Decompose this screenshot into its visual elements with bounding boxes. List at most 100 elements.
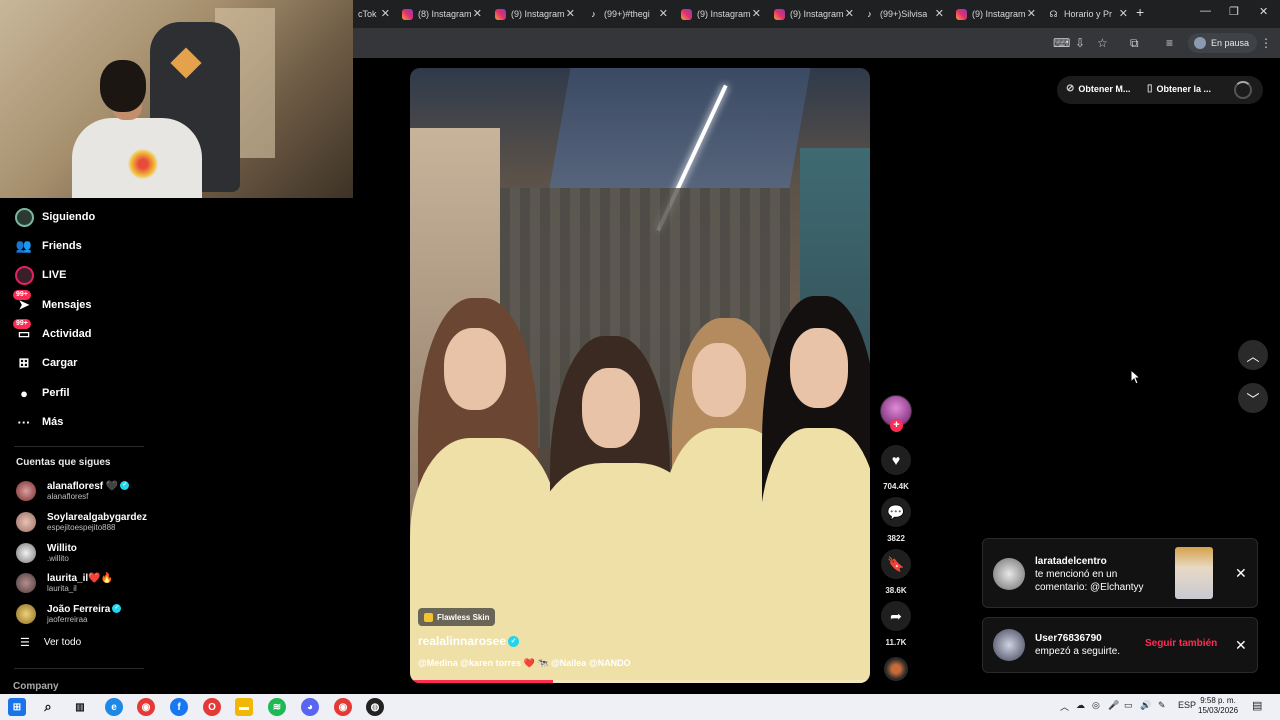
tray-app-icon[interactable]: ◎	[1092, 700, 1100, 711]
chrome-icon[interactable]: ◉	[137, 698, 155, 716]
follow-notification[interactable]: User76836790 empezó a seguirte. Seguir t…	[982, 617, 1258, 673]
music-disc-icon[interactable]	[884, 657, 908, 681]
followed-account[interactable]: laurita_il❤️🔥 laurita_il	[16, 569, 113, 597]
get-mobile-app-button[interactable]: ▯ Obtener la ...	[1147, 83, 1211, 94]
close-icon[interactable]: ✕	[1235, 637, 1247, 654]
follow-plus-icon[interactable]: +	[890, 419, 903, 432]
tray-chevron-icon[interactable]: ︿	[1060, 700, 1069, 713]
save-button[interactable]: 🔖	[881, 549, 911, 579]
follow-back-button[interactable]: Seguir también	[1145, 638, 1217, 649]
search-icon[interactable]: ⌕	[39, 698, 57, 716]
task-view-icon[interactable]: ▥	[71, 698, 89, 716]
browser-tab[interactable]: (9) Instagram ✕	[489, 2, 581, 26]
instagram-icon	[495, 8, 506, 20]
avatar	[993, 629, 1025, 661]
close-tab-icon[interactable]: ✕	[566, 7, 575, 20]
tab-search-icon[interactable]: ≡	[1166, 36, 1173, 50]
notification-badge: 99+	[13, 319, 31, 329]
nav-live[interactable]: LIVE	[14, 264, 66, 286]
comment-button[interactable]: 💬	[881, 497, 911, 527]
extensions-icon[interactable]: ⧉	[1130, 36, 1139, 51]
see-all-button[interactable]: ☰ Ver todo	[20, 636, 81, 649]
tray-cloud-icon[interactable]: ☁	[1076, 700, 1085, 711]
nav-mas[interactable]: ··· Más	[14, 411, 64, 433]
browser-tab[interactable]: (8) Instagram ✕	[396, 2, 488, 26]
browser-tab[interactable]: ♪ (99+)Silvisa ✕	[858, 2, 950, 26]
followed-account[interactable]: João Ferreira ✓ jaoferreiraa	[16, 600, 122, 628]
pen-icon[interactable]: ✎	[1158, 700, 1166, 711]
mention-notification[interactable]: laratadelcentro te mencionó en un coment…	[982, 538, 1258, 608]
discord-icon[interactable]: ◕	[301, 698, 319, 716]
browser-tab[interactable]: (9) Instagram ✕	[950, 2, 1042, 26]
system-clock[interactable]: 9:58 p. m. 15/03/2026	[1198, 696, 1238, 716]
followed-account[interactable]: alanafloresf 🖤 ✓ alanafloresf	[16, 477, 130, 505]
video-player[interactable]: Flawless Skin realalinnarosee ✓ @Medina @…	[410, 68, 870, 683]
avatar	[16, 481, 36, 501]
close-tab-icon[interactable]: ✕	[1027, 7, 1036, 20]
nav-cargar[interactable]: ⊞ Cargar	[14, 352, 78, 374]
new-tab-icon[interactable]: +	[1136, 4, 1144, 20]
browser-tab[interactable]: ☊ Horario y Pr ✕	[1042, 2, 1134, 26]
volume-icon[interactable]: 🔊	[1140, 700, 1151, 711]
browser-tab[interactable]: (9) Instagram ✕	[768, 2, 860, 26]
obs-icon[interactable]: ◍	[366, 698, 384, 716]
language-indicator[interactable]: ESP	[1178, 700, 1196, 710]
company-link[interactable]: Company	[13, 681, 59, 692]
share-button[interactable]: ➦	[881, 601, 911, 631]
instagram-icon	[774, 8, 785, 20]
video-thumbnail[interactable]	[1175, 547, 1213, 599]
nav-siguiendo[interactable]: Siguiendo	[14, 206, 95, 228]
nav-mensajes[interactable]: ➤ 99+ Mensajes	[13, 290, 92, 316]
download-icon: ⊘	[1066, 83, 1075, 94]
instagram-icon	[956, 8, 967, 20]
nav-friends[interactable]: 👥 Friends	[14, 235, 82, 257]
install-app-icon[interactable]: ⇩	[1075, 36, 1085, 50]
verified-icon: ✓	[508, 636, 520, 648]
close-tab-icon[interactable]: ✕	[752, 7, 761, 20]
profile-button[interactable]: En pausa	[1188, 33, 1258, 53]
edge-icon[interactable]: e	[105, 698, 123, 716]
followed-account[interactable]: Willito .willito	[16, 539, 77, 567]
more-icon: ···	[17, 414, 31, 430]
mouse-cursor-icon	[1130, 369, 1142, 385]
minimize-icon[interactable]: —	[1200, 5, 1211, 17]
close-tab-icon[interactable]: ✕	[845, 7, 854, 20]
browser-menu-icon[interactable]: ⋮	[1260, 36, 1272, 50]
effect-tag[interactable]: Flawless Skin	[418, 608, 496, 626]
verified-icon: ✓	[112, 604, 122, 614]
followed-account[interactable]: Soylarealgabygardez espejitoespejito888	[16, 508, 147, 536]
close-icon[interactable]: ✕	[1235, 565, 1247, 582]
close-tab-icon[interactable]: ✕	[935, 7, 944, 20]
headset-icon: ☊	[1049, 8, 1058, 19]
opera-icon[interactable]: O	[203, 698, 221, 716]
spotify-icon[interactable]: ≋	[268, 698, 286, 716]
facebook-icon[interactable]: f	[170, 698, 188, 716]
microphone-icon[interactable]: 🎤	[1108, 700, 1119, 711]
network-icon[interactable]: ▭	[1124, 700, 1133, 711]
close-tab-icon[interactable]: ✕	[1119, 7, 1128, 20]
video-author[interactable]: realalinnarosee ✓	[418, 634, 520, 648]
browser-tab[interactable]: ♪ (99+)#thegi ✕	[582, 2, 674, 26]
notifications-icon[interactable]: ▤	[1252, 699, 1262, 712]
bookmark-star-icon[interactable]: ☆	[1097, 36, 1108, 50]
nav-actividad[interactable]: ▭ 99+ Actividad	[13, 319, 92, 345]
next-video-button[interactable]: ﹀	[1238, 383, 1268, 413]
nav-perfil[interactable]: ● Perfil	[14, 382, 69, 404]
restore-icon[interactable]: ❐	[1229, 5, 1239, 18]
translate-icon[interactable]: ⌨	[1053, 36, 1070, 50]
browser-tab[interactable]: cTok ✕	[352, 2, 396, 26]
windows-start-icon[interactable]: ⊞	[8, 698, 26, 716]
get-app-button[interactable]: ⊘ Obtener M...	[1066, 83, 1130, 94]
close-window-icon[interactable]: ✕	[1259, 5, 1268, 18]
close-tab-icon[interactable]: ✕	[473, 7, 482, 20]
video-progress-track[interactable]	[410, 680, 870, 683]
chrome-profile-icon[interactable]: ◉	[334, 698, 352, 716]
chevron-down-icon: ﹀	[1246, 391, 1260, 407]
file-explorer-icon[interactable]: ▬	[235, 698, 253, 716]
browser-tab[interactable]: (9) Instagram ✕	[675, 2, 767, 26]
close-tab-icon[interactable]: ✕	[381, 7, 390, 20]
close-tab-icon[interactable]: ✕	[659, 7, 668, 20]
tiktok-icon: ♪	[867, 8, 872, 19]
like-button[interactable]: ♥	[881, 445, 911, 475]
previous-video-button[interactable]: ︿	[1238, 340, 1268, 370]
